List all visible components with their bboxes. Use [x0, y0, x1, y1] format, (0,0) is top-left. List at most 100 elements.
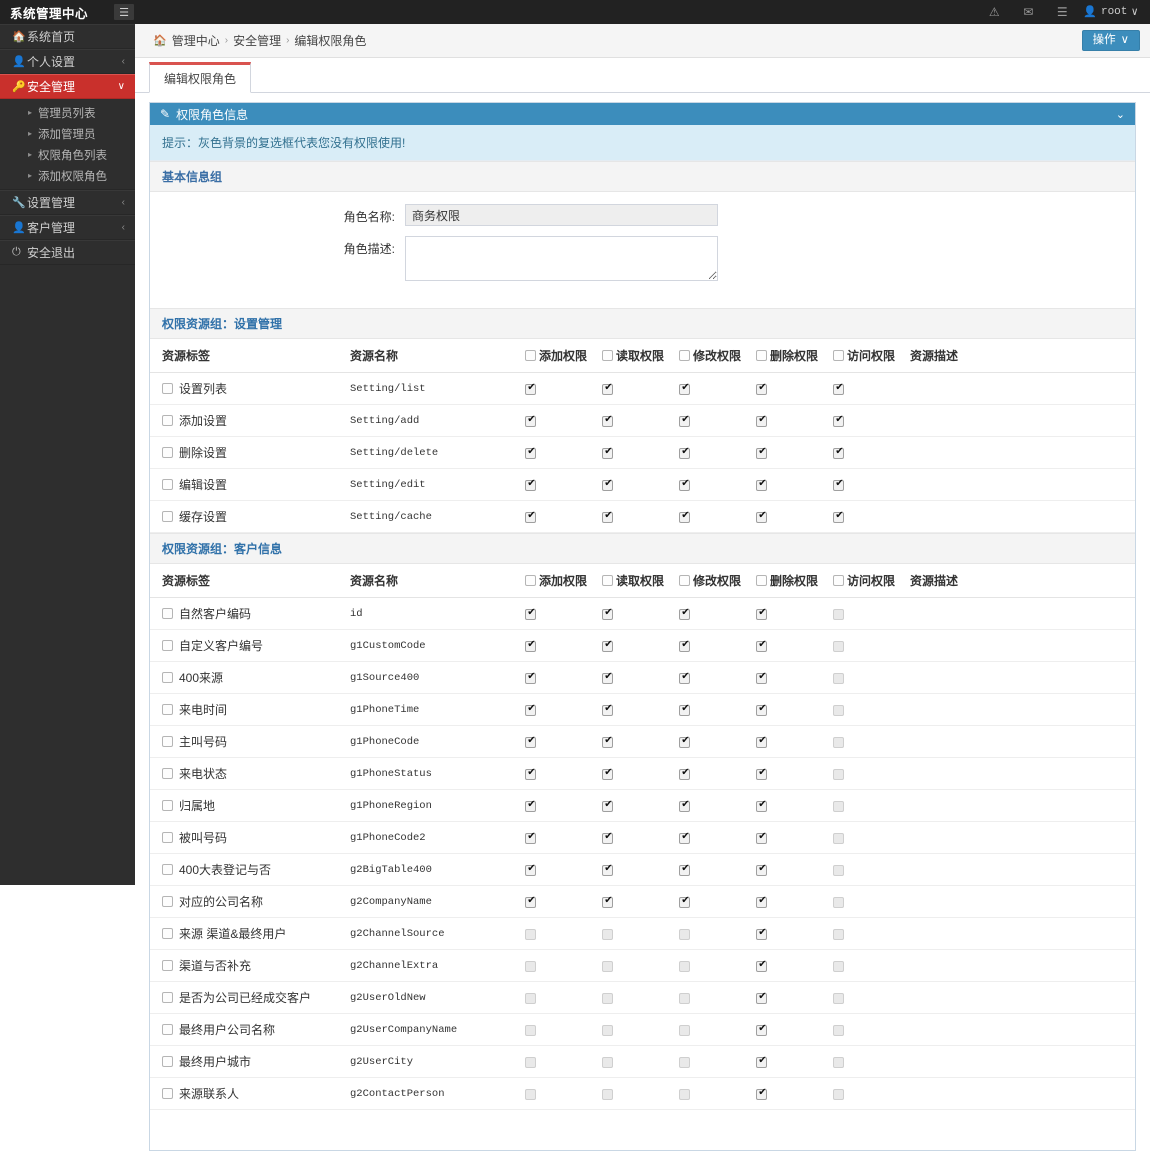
tab-edit-role[interactable]: 编辑权限角色: [149, 62, 252, 93]
row-select-checkbox[interactable]: [162, 415, 173, 426]
breadcrumb-item-1[interactable]: 安全管理: [233, 32, 281, 49]
sidebar-subitem-add-role[interactable]: ▸ 添加权限角色: [0, 165, 135, 186]
add-permission-checkbox[interactable]: [525, 607, 537, 620]
modify-permission-checkbox[interactable]: [679, 446, 691, 459]
row-select-checkbox[interactable]: [162, 608, 173, 619]
delete-permission-checkbox[interactable]: [756, 414, 768, 427]
delete-permission-checkbox[interactable]: [756, 703, 768, 716]
warning-icon[interactable]: ⚠: [977, 0, 1011, 24]
modify-permission-checkbox[interactable]: [679, 671, 691, 684]
modify-permission-checkbox[interactable]: [679, 607, 691, 620]
modify-permission-checkbox[interactable]: [679, 478, 691, 491]
hamburger-icon[interactable]: ☰: [114, 4, 134, 20]
row-select-checkbox[interactable]: [162, 447, 173, 458]
modify-permission-checkbox[interactable]: [679, 831, 691, 844]
sidebar-item-logout[interactable]: ⏻ 安全退出: [0, 240, 135, 265]
add-permission-checkbox[interactable]: [525, 895, 537, 908]
read-permission-checkbox[interactable]: [602, 382, 614, 395]
breadcrumb-item-0[interactable]: 管理中心: [172, 32, 220, 49]
action-button[interactable]: 操作 ∨: [1081, 29, 1140, 52]
select-all-delete-checkbox[interactable]: [756, 350, 767, 361]
delete-permission-checkbox[interactable]: [756, 607, 768, 620]
role-desc-textarea[interactable]: [405, 236, 718, 281]
modify-permission-checkbox[interactable]: [679, 863, 691, 876]
read-permission-checkbox[interactable]: [602, 703, 614, 716]
row-select-checkbox[interactable]: [162, 928, 173, 939]
add-permission-checkbox[interactable]: [525, 735, 537, 748]
row-select-checkbox[interactable]: [162, 800, 173, 811]
tasks-icon[interactable]: ☰: [1045, 0, 1079, 24]
sidebar-item-home[interactable]: 🏠 系统首页: [0, 24, 135, 49]
delete-permission-checkbox[interactable]: [756, 895, 768, 908]
read-permission-checkbox[interactable]: [602, 607, 614, 620]
add-permission-checkbox[interactable]: [525, 478, 537, 491]
access-permission-checkbox[interactable]: [833, 478, 845, 491]
access-permission-checkbox[interactable]: [833, 446, 845, 459]
row-select-checkbox[interactable]: [162, 1088, 173, 1099]
sidebar-subitem-admin-list[interactable]: ▸ 管理员列表: [0, 102, 135, 123]
read-permission-checkbox[interactable]: [602, 863, 614, 876]
delete-permission-checkbox[interactable]: [756, 446, 768, 459]
delete-permission-checkbox[interactable]: [756, 1023, 768, 1036]
read-permission-checkbox[interactable]: [602, 767, 614, 780]
app-brand[interactable]: 系统管理中心: [0, 0, 110, 24]
add-permission-checkbox[interactable]: [525, 510, 537, 523]
row-select-checkbox[interactable]: [162, 704, 173, 715]
delete-permission-checkbox[interactable]: [756, 799, 768, 812]
add-permission-checkbox[interactable]: [525, 671, 537, 684]
read-permission-checkbox[interactable]: [602, 639, 614, 652]
modify-permission-checkbox[interactable]: [679, 382, 691, 395]
add-permission-checkbox[interactable]: [525, 831, 537, 844]
select-all-add-checkbox[interactable]: [525, 575, 536, 586]
access-permission-checkbox[interactable]: [833, 382, 845, 395]
read-permission-checkbox[interactable]: [602, 895, 614, 908]
select-all-delete-checkbox[interactable]: [756, 575, 767, 586]
select-all-read-checkbox[interactable]: [602, 350, 613, 361]
modify-permission-checkbox[interactable]: [679, 895, 691, 908]
select-all-add-checkbox[interactable]: [525, 350, 536, 361]
select-all-access-checkbox[interactable]: [833, 575, 844, 586]
access-permission-checkbox[interactable]: [833, 510, 845, 523]
row-select-checkbox[interactable]: [162, 832, 173, 843]
row-select-checkbox[interactable]: [162, 768, 173, 779]
add-permission-checkbox[interactable]: [525, 799, 537, 812]
access-permission-checkbox[interactable]: [833, 414, 845, 427]
add-permission-checkbox[interactable]: [525, 382, 537, 395]
delete-permission-checkbox[interactable]: [756, 927, 768, 940]
row-select-checkbox[interactable]: [162, 672, 173, 683]
delete-permission-checkbox[interactable]: [756, 1087, 768, 1100]
add-permission-checkbox[interactable]: [525, 446, 537, 459]
select-all-modify-checkbox[interactable]: [679, 575, 690, 586]
read-permission-checkbox[interactable]: [602, 799, 614, 812]
delete-permission-checkbox[interactable]: [756, 991, 768, 1004]
read-permission-checkbox[interactable]: [602, 510, 614, 523]
delete-permission-checkbox[interactable]: [756, 510, 768, 523]
sidebar-item-security[interactable]: 🔑 安全管理 ∨: [0, 74, 135, 99]
modify-permission-checkbox[interactable]: [679, 799, 691, 812]
row-select-checkbox[interactable]: [162, 640, 173, 651]
row-select-checkbox[interactable]: [162, 479, 173, 490]
row-select-checkbox[interactable]: [162, 383, 173, 394]
delete-permission-checkbox[interactable]: [756, 735, 768, 748]
add-permission-checkbox[interactable]: [525, 703, 537, 716]
add-permission-checkbox[interactable]: [525, 639, 537, 652]
delete-permission-checkbox[interactable]: [756, 767, 768, 780]
chevron-down-icon[interactable]: ⌄: [1116, 108, 1125, 121]
row-select-checkbox[interactable]: [162, 896, 173, 907]
sidebar-subitem-add-admin[interactable]: ▸ 添加管理员: [0, 123, 135, 144]
read-permission-checkbox[interactable]: [602, 831, 614, 844]
modify-permission-checkbox[interactable]: [679, 639, 691, 652]
read-permission-checkbox[interactable]: [602, 414, 614, 427]
row-select-checkbox[interactable]: [162, 511, 173, 522]
sidebar-item-settings[interactable]: 🔧 设置管理 ‹: [0, 190, 135, 215]
row-select-checkbox[interactable]: [162, 864, 173, 875]
modify-permission-checkbox[interactable]: [679, 414, 691, 427]
row-select-checkbox[interactable]: [162, 960, 173, 971]
select-all-read-checkbox[interactable]: [602, 575, 613, 586]
add-permission-checkbox[interactable]: [525, 767, 537, 780]
modify-permission-checkbox[interactable]: [679, 703, 691, 716]
row-select-checkbox[interactable]: [162, 736, 173, 747]
row-select-checkbox[interactable]: [162, 1024, 173, 1035]
role-name-input[interactable]: [405, 204, 718, 226]
delete-permission-checkbox[interactable]: [756, 382, 768, 395]
